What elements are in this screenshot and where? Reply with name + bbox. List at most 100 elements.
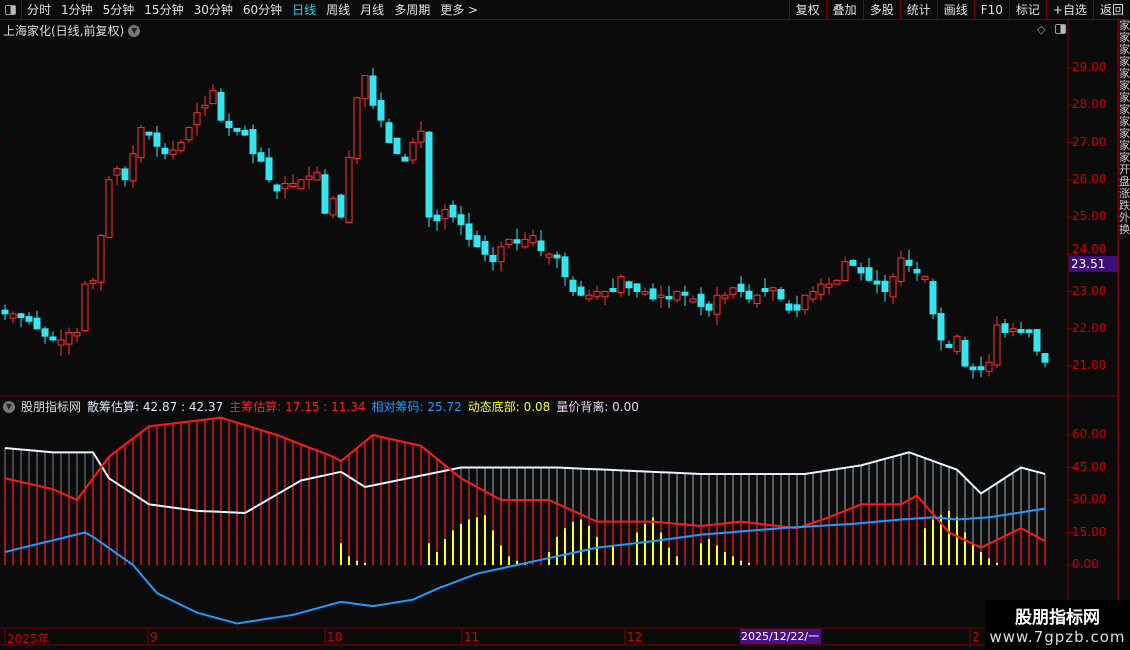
candle-body xyxy=(561,256,569,278)
candle-body xyxy=(857,267,865,274)
candle-body xyxy=(321,174,329,214)
toolbar-button[interactable]: 叠加 xyxy=(825,0,863,20)
watermark: 股朋指标网 www.7gpzb.com xyxy=(985,600,1130,650)
time-axis-label: 9 xyxy=(150,630,158,644)
candle-body xyxy=(329,197,337,216)
candle-body xyxy=(201,104,209,109)
candle-body xyxy=(409,142,417,161)
time-axis-label: 2025年 xyxy=(7,632,50,646)
candle-body xyxy=(569,279,577,293)
candle-body xyxy=(801,294,809,311)
price-axis-label: 26.00 xyxy=(1072,171,1107,186)
toolbar-button[interactable]: +自选 xyxy=(1045,0,1093,20)
toolbar-button[interactable]: 返回 xyxy=(1092,0,1130,20)
period-tab[interactable]: 日线 xyxy=(287,1,321,18)
candle-body xyxy=(353,97,361,159)
candle-body xyxy=(681,291,689,296)
candle-body xyxy=(369,75,377,106)
candle-body xyxy=(401,156,409,162)
price-axis-label: 29.00 xyxy=(1072,60,1107,74)
panel-icon[interactable] xyxy=(1055,24,1066,34)
candle-body xyxy=(9,313,17,319)
candle-body xyxy=(217,91,225,121)
candle-body xyxy=(345,156,353,224)
candle-body xyxy=(641,291,649,295)
candle-body xyxy=(953,335,961,352)
candle-body xyxy=(225,120,233,129)
toolbar-button[interactable]: 统计 xyxy=(899,0,937,20)
period-tab[interactable]: 分时 xyxy=(22,1,56,18)
toolbar-button[interactable]: 标记 xyxy=(1008,0,1046,20)
candle-body xyxy=(881,280,889,292)
candle-body xyxy=(1041,353,1049,363)
candle-body xyxy=(889,276,897,298)
candle-body xyxy=(1,309,9,315)
candle-body xyxy=(17,313,25,319)
candle-body xyxy=(465,223,473,240)
price-axis-label: 24.00 xyxy=(1072,242,1107,257)
candle-body xyxy=(777,289,785,300)
candle-body xyxy=(121,168,129,181)
candle-body xyxy=(921,276,929,281)
candle-body xyxy=(873,280,881,285)
candle-body xyxy=(529,235,537,244)
time-axis-label: 2 xyxy=(972,630,980,644)
toolbar-button[interactable]: 复权 xyxy=(788,0,826,20)
diamond-icon[interactable]: ◇ xyxy=(1037,23,1045,36)
period-tab[interactable]: 多周期 xyxy=(389,1,435,18)
candle-body xyxy=(945,344,953,348)
toolbar-button[interactable]: 多股 xyxy=(862,0,900,20)
period-tab[interactable]: 1分钟 xyxy=(56,1,98,18)
candle-body xyxy=(513,239,521,244)
price-axis-label: 27.00 xyxy=(1072,134,1107,149)
candle-body xyxy=(193,112,201,126)
candle-body xyxy=(281,182,289,190)
candle-body xyxy=(929,281,937,315)
candle-body xyxy=(985,361,993,372)
candle-body xyxy=(385,122,393,143)
candle-body xyxy=(297,179,305,190)
period-tab[interactable]: 周线 xyxy=(321,1,355,18)
period-tab[interactable]: 月线 xyxy=(355,1,389,18)
candle-body xyxy=(249,129,257,155)
layout-toggle-button[interactable] xyxy=(0,0,22,20)
candle-body xyxy=(1009,328,1017,333)
indicator-axis-label: 60.00 xyxy=(1072,427,1107,441)
period-tab[interactable]: 5分钟 xyxy=(98,1,140,18)
indicator-value: 量价背离: 0.00 xyxy=(556,400,639,414)
candle-body xyxy=(809,291,817,300)
candle-body xyxy=(577,286,585,296)
indicator-axis-label: 45.00 xyxy=(1072,459,1107,474)
period-tab[interactable]: 60分钟 xyxy=(238,1,287,18)
time-axis-label: 10 xyxy=(327,630,343,644)
period-tab[interactable]: 15分钟 xyxy=(139,1,188,18)
candle-body xyxy=(1001,323,1009,333)
candle-body xyxy=(33,317,41,330)
candle-body xyxy=(497,246,505,263)
candle-body xyxy=(433,214,441,222)
chevron-down-icon[interactable]: ▼ xyxy=(128,24,141,37)
toolbar-button[interactable]: 画线 xyxy=(936,0,974,20)
candle-body xyxy=(649,288,657,300)
period-tab[interactable]: 更多 > xyxy=(435,1,483,18)
period-tab[interactable]: 30分钟 xyxy=(189,1,238,18)
chart-canvas[interactable] xyxy=(0,0,1130,650)
candle-body xyxy=(841,261,849,281)
candle-body xyxy=(601,291,609,298)
candle-body xyxy=(825,283,833,288)
time-axis-label: 11 xyxy=(464,630,480,644)
candle-body xyxy=(233,127,241,132)
panel-icon xyxy=(5,4,16,15)
candle-body xyxy=(689,298,697,303)
toolbar-button[interactable]: F10 xyxy=(973,0,1009,20)
candle-body xyxy=(713,294,721,315)
candle-body xyxy=(849,259,857,266)
price-axis-label: 28.00 xyxy=(1072,97,1107,112)
price-axis-label: 22.00 xyxy=(1072,320,1107,335)
candle-body xyxy=(185,127,193,141)
candle-body xyxy=(969,366,977,371)
chevron-down-icon[interactable]: ▼ xyxy=(3,400,15,413)
right-side-panel[interactable]: 家 家 家 家 家 家 家 家 家 家 家 家 开 盘 涨 跌 外 换 xyxy=(1118,20,1130,628)
candle-body xyxy=(977,366,985,371)
candle-body xyxy=(1017,328,1025,333)
